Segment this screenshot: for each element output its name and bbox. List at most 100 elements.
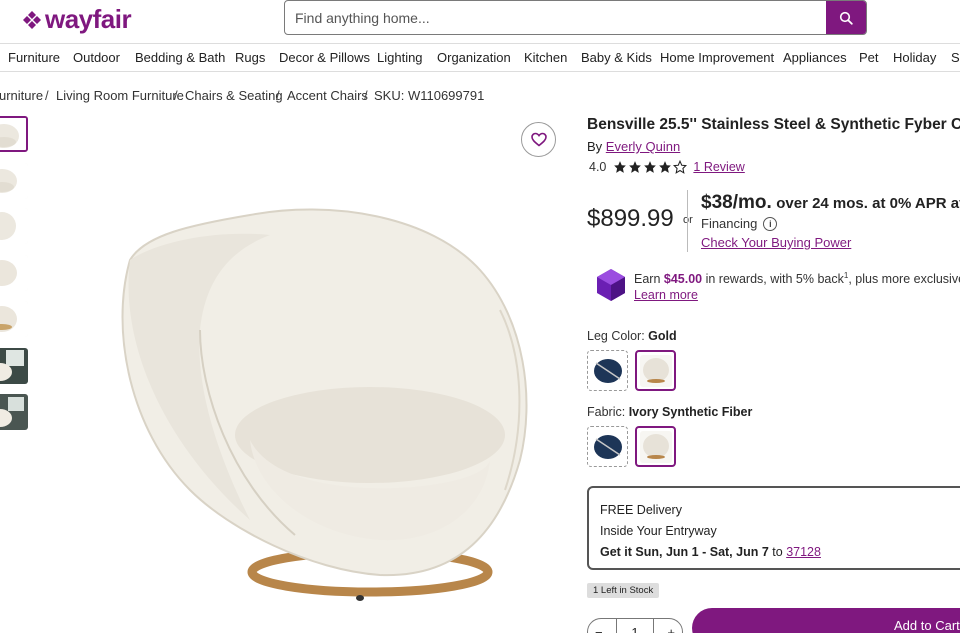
breadcrumb-separator: / [45,88,49,103]
breadcrumb-separator: / [364,88,368,103]
buying-power-link[interactable]: Check Your Buying Power [701,235,851,250]
nav-item-shop[interactable]: Sh [951,50,960,65]
chair-thumbnail-image [0,118,26,150]
leg-color-swatch-navy[interactable] [587,350,628,391]
breadcrumb-chairs-seating[interactable]: Chairs & Seating [185,88,283,103]
product-price: $899.99 [587,205,674,232]
search-button[interactable] [826,1,866,34]
info-icon[interactable]: i [763,216,778,231]
nav-item-holiday[interactable]: Holiday [893,50,936,65]
chair-thumbnail-image [0,208,28,244]
room-thumbnail-image [0,348,28,384]
category-nav: Furniture Outdoor Bedding & Bath Rugs De… [0,43,960,72]
stepper-divider [616,619,618,633]
nav-item-bedding-bath[interactable]: Bedding & Bath [135,50,225,65]
quantity-stepper: − 1 + [587,618,683,633]
product-title: Bensville 25.5'' Stainless Steel & Synth… [587,116,960,133]
nav-item-lighting[interactable]: Lighting [377,50,423,65]
product-brand-line: By Everly Quinn [587,139,680,154]
by-prefix: By [587,139,603,154]
navy-chair-swatch [591,354,624,387]
breadcrumb-living-room[interactable]: Living Room Furniture [56,88,184,103]
leg-color-swatch-gold[interactable] [635,350,676,391]
stepper-divider [652,619,654,633]
chair-thumbnail-image [0,163,28,199]
thumbnail-7[interactable] [0,394,28,430]
increase-quantity-button[interactable]: + [667,625,675,633]
nav-item-pet[interactable]: Pet [859,50,879,65]
breadcrumb-separator: / [276,88,280,103]
thumbnail-2[interactable] [0,163,28,199]
brand-name: wayfair [45,4,132,34]
delivery-type: Inside Your Entryway [600,524,717,538]
chair-thumbnail-image [0,301,28,337]
leg-color-label: Leg Color: [587,329,645,343]
thumbnail-1[interactable] [0,116,28,152]
heart-icon [530,132,547,147]
navy-chair-swatch [591,430,624,463]
rewards-gem-icon [597,269,625,301]
zip-code-link[interactable]: 37128 [786,545,821,559]
wayfair-logo-icon [23,10,41,29]
wayfair-logo[interactable]: wayfair [22,4,132,35]
brand-link[interactable]: Everly Quinn [606,139,680,154]
nav-item-decor-pillows[interactable]: Decor & Pillows [279,50,370,65]
nav-item-appliances[interactable]: Appliances [783,50,847,65]
nav-item-organization[interactable]: Organization [437,50,511,65]
monthly-amount: $38/mo. [701,192,772,213]
favorite-button[interactable] [521,122,556,157]
quantity-value[interactable]: 1 [631,625,638,633]
breadcrumb-accent-chairs[interactable]: Accent Chairs [287,88,368,103]
thumbnail-3[interactable] [0,208,28,244]
nav-item-outdoor[interactable]: Outdoor [73,50,120,65]
rating-value: 4.0 [589,160,607,174]
price-divider [687,190,688,252]
breadcrumb-furniture[interactable]: urniture [0,88,43,103]
thumbnail-5[interactable] [0,301,28,337]
star-filled-icon [659,161,672,173]
stock-badge: 1 Left in Stock [587,583,660,598]
delivery-box: FREE Delivery Inside Your Entryway Get i… [587,486,960,570]
ivory-chair-swatch [639,430,672,463]
nav-item-furniture[interactable]: Furniture [8,50,60,65]
leg-color-option: Leg Color: Gold [587,329,677,343]
rewards-description: in rewards, with 5% back [705,272,844,287]
learn-more-link[interactable]: Learn more [634,288,698,302]
site-header: wayfair [0,0,960,44]
star-empty-icon [673,160,688,174]
star-filled-icon [614,161,627,173]
delivery-window: Get it Sun, Jun 1 - Sat, Jun 7 [600,545,769,559]
thumbnail-4[interactable] [0,255,28,291]
financing-label: Financing [701,216,758,231]
decrease-quantity-button[interactable]: − [595,625,603,633]
fabric-swatch-navy[interactable] [587,426,628,467]
search-bar [284,0,867,35]
rewards-amount: $45.00 [663,272,703,287]
nav-item-kitchen[interactable]: Kitchen [524,50,567,65]
thumbnail-6[interactable] [0,348,28,384]
reviews-link[interactable]: 1 Review [693,160,744,174]
rewards-earn: Earn [634,272,661,287]
search-input[interactable] [285,1,826,34]
breadcrumb-sku: SKU: W110699791 [374,88,485,103]
financing-row: Financing i [701,216,778,231]
rewards-tail: , plus more exclusive per [848,272,960,287]
search-icon [839,11,853,25]
product-main-image [121,208,528,601]
add-to-cart-button[interactable]: Add to Cart [692,608,960,633]
nav-item-rugs[interactable]: Rugs [235,50,265,65]
nav-item-baby-kids[interactable]: Baby & Kids [581,50,652,65]
rating-summary: 4.0 1 Review [589,160,745,174]
breadcrumb-separator: / [174,88,178,103]
fabric-option: Fabric: Ivory Synthetic Fiber [587,405,752,419]
star-filled-icon [629,161,642,173]
monthly-terms: over 24 mos. at 0% APR avai [776,195,960,212]
fabric-swatch-ivory[interactable] [635,426,676,467]
add-to-cart-label: Add to Cart [894,618,960,633]
leg-color-value: Gold [648,329,677,343]
star-filled-icon [644,161,657,173]
fabric-value: Ivory Synthetic Fiber [628,405,753,419]
rating-stars [613,160,688,174]
chair-thumbnail-image [0,255,28,291]
nav-item-home-improvement[interactable]: Home Improvement [660,50,774,65]
